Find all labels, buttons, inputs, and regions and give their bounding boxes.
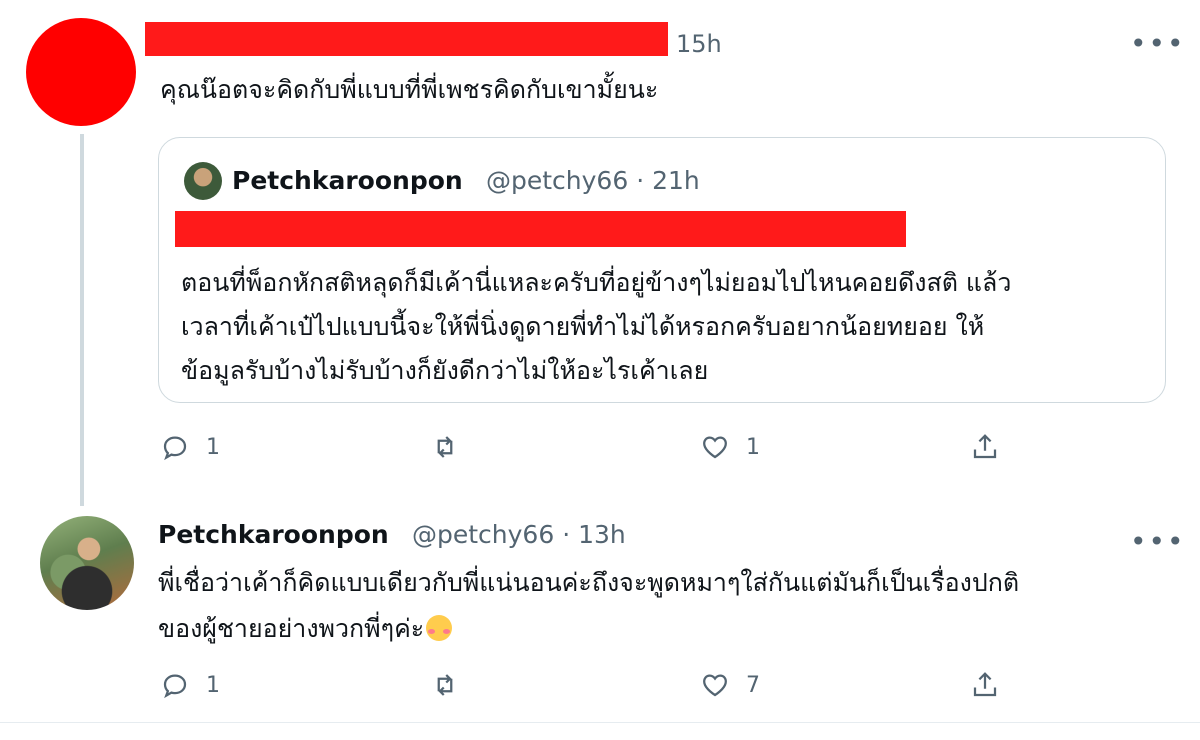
- quote-text: ตอนที่พ็อกหักสติหลุดก็มีเค้านี่แหละครับท…: [181, 261, 1141, 393]
- divider: [0, 722, 1200, 723]
- tweet-text-line: พี่เชื่อว่าเค้าก็คิดแบบเดียวกับพี่แน่นอน…: [158, 568, 1020, 597]
- retweet-icon: [437, 674, 453, 696]
- avatar[interactable]: [40, 516, 134, 610]
- share-icon: [973, 434, 997, 459]
- tweet-timestamp[interactable]: 15h: [676, 30, 722, 58]
- reply-count: 1: [206, 434, 220, 460]
- like-icon: [703, 436, 727, 459]
- quote-author-name: Petchkaroonpon: [232, 166, 463, 195]
- share-icon: [973, 672, 997, 697]
- quote-author-handle: @petchy66 · 21h: [486, 166, 700, 195]
- reply-button[interactable]: 1: [160, 670, 220, 700]
- tweet-text-line: ของผู้ชายอย่างพวกพี่ๆค่ะ: [158, 606, 1158, 652]
- like-count: 7: [746, 672, 760, 698]
- more-icon[interactable]: •••: [1130, 30, 1186, 58]
- share-button[interactable]: [970, 432, 1000, 462]
- thread-line: [80, 134, 84, 506]
- like-icon: [703, 674, 727, 697]
- share-button[interactable]: [970, 670, 1000, 700]
- like-count: 1: [746, 434, 760, 460]
- tweet-text: คุณน๊อตจะคิดกับพี่แบบที่พี่เพชรคิดกับเขา…: [160, 75, 659, 104]
- author-handle[interactable]: @petchy66 · 13h: [412, 520, 626, 549]
- like-button[interactable]: 1: [700, 432, 760, 462]
- avatar-redacted[interactable]: [26, 18, 136, 126]
- tweet-text-line-content: ของผู้ชายอย่างพวกพี่ๆค่ะ: [158, 614, 425, 643]
- retweet-icon: [437, 436, 453, 458]
- quote-avatar: [184, 162, 222, 200]
- retweet-button[interactable]: [430, 432, 476, 462]
- reply-count: 1: [206, 672, 220, 698]
- reply-icon: [163, 436, 187, 461]
- quote-text-line: เวลาที่เค้าเป๋ไปแบบนี้จะให้พี่นิ่งดูดายพ…: [181, 312, 985, 341]
- redacted-username: [145, 22, 668, 56]
- quote-text-line: ตอนที่พ็อกหักสติหลุดก็มีเค้านี่แหละครับท…: [181, 268, 1012, 297]
- redacted-quote-line: [175, 211, 906, 247]
- reply-icon: [163, 674, 187, 699]
- blush-emoji-icon: [426, 615, 453, 641]
- quote-text-line: ข้อมูลรับบ้างไม่รับบ้างก็ยังดีกว่าไม่ให้…: [181, 356, 709, 385]
- author-name[interactable]: Petchkaroonpon: [158, 520, 389, 549]
- tweet-text: พี่เชื่อว่าเค้าก็คิดแบบเดียวกับพี่แน่นอน…: [158, 560, 1158, 652]
- reply-button[interactable]: 1: [160, 432, 220, 462]
- like-button[interactable]: 7: [700, 670, 760, 700]
- retweet-button[interactable]: [430, 670, 476, 700]
- more-icon[interactable]: •••: [1130, 528, 1186, 556]
